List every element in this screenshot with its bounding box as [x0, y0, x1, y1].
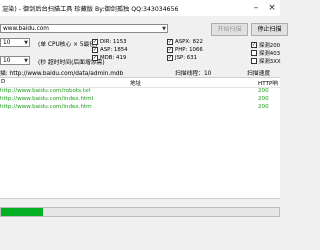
timeout-value: 10: [3, 58, 11, 64]
checkbox-check-icon: ✓: [92, 46, 98, 53]
checkbox-check-icon: ✓: [92, 38, 98, 45]
row-status: 200: [258, 96, 269, 102]
table-row[interactable]: http://www.baidu.com/robots.txt 200: [0, 88, 269, 96]
dict-checkbox-mdb[interactable]: ✓ MDB: 419: [92, 55, 126, 61]
timeout-select[interactable]: 10 ▼: [0, 56, 30, 65]
checkbox-check-icon: ✓: [167, 46, 173, 53]
dict-label: PHP: 1066: [175, 47, 203, 53]
dict-checkbox-aspx[interactable]: ✓ ASPX: 822: [167, 39, 203, 45]
dict-checkbox-asp[interactable]: ✓ ASP: 1854: [92, 47, 128, 53]
domain-input[interactable]: www.baidu.com ▼: [0, 24, 168, 33]
row-url: http://www.baidu.com/robots.txt: [0, 88, 91, 94]
table-row[interactable]: http://www.baidu.com/index.html 200: [0, 96, 269, 104]
column-header-address[interactable]: 地址: [130, 79, 141, 87]
scan-threads-label: 扫描线程：10: [175, 71, 212, 77]
close-button[interactable]: ×: [264, 0, 280, 16]
title-bar: 渲染) - 御剑后台扫描工具 珍藏版 By:御剑孤独 QQ:343034656 …: [0, 0, 280, 16]
checkbox-check-icon: ✓: [251, 41, 257, 48]
current-scan-url: 描: http://www.baidu.com/data/admin.mdb: [0, 71, 124, 77]
window-controls: – ×: [248, 0, 280, 16]
option-checkbox-403[interactable]: 探测403: [251, 49, 280, 57]
dict-label: ASPX: 822: [175, 39, 203, 45]
dict-checkbox-php[interactable]: ✓ PHP: 1066: [167, 47, 203, 53]
stop-scan-button[interactable]: 停止扫描: [251, 23, 288, 36]
threads-select[interactable]: 10 ▼: [0, 38, 30, 47]
progress-fill: [1, 208, 43, 216]
option-checkbox-200[interactable]: ✓ 探测200: [251, 41, 280, 49]
checkbox-check-icon: ✓: [92, 54, 98, 61]
threads-value: 10: [3, 40, 11, 46]
row-url: http://www.baidu.com/index.html: [0, 96, 94, 102]
domain-input-value: www.baidu.com: [3, 26, 49, 32]
chevron-down-icon[interactable]: ▼: [24, 57, 28, 64]
row-status: 200: [258, 104, 269, 110]
checkbox-empty-icon: [251, 50, 257, 56]
threads-note: (单 CPU核心 × 5最佳): [38, 42, 98, 48]
scan-speed-label: 扫描速度: [247, 71, 271, 77]
option-label: 探测3XX: [259, 59, 281, 65]
main-panel: www.baidu.com ▼ 10 ▼ (单 CPU核心 × 5最佳) 10 …: [0, 16, 288, 250]
dict-label: ASP: 1854: [100, 47, 128, 53]
option-checkbox-3xx[interactable]: 探测3XX: [251, 57, 281, 65]
results-table[interactable]: D 地址 HTTP响 http://www.baidu.com/robots.t…: [0, 77, 280, 199]
start-scan-button[interactable]: 开始扫描: [211, 23, 248, 36]
chevron-down-icon[interactable]: ▼: [24, 39, 28, 46]
dict-label: MDB: 419: [100, 55, 127, 61]
option-label: 探测403: [259, 51, 281, 57]
dict-label: DIR: 1153: [100, 39, 127, 45]
table-header: D 地址 HTTP响: [0, 78, 280, 88]
chevron-down-icon[interactable]: ▼: [162, 25, 166, 32]
table-row[interactable]: http://www.baidu.com/index.htm 200: [0, 104, 269, 112]
checkbox-check-icon: ✓: [167, 38, 173, 45]
dict-checkbox-dir[interactable]: ✓ DIR: 1153: [92, 39, 127, 45]
row-url: http://www.baidu.com/index.htm: [0, 104, 92, 110]
checkbox-empty-icon: [251, 58, 257, 64]
dict-label: JSP: 631: [175, 55, 198, 61]
option-label: 探测200: [259, 43, 281, 49]
scan-progress-bar: [0, 207, 280, 217]
column-header-id[interactable]: D: [1, 79, 5, 85]
row-status: 200: [258, 88, 269, 94]
window-title: 渲染) - 御剑后台扫描工具 珍藏版 By:御剑孤独 QQ:343034656: [2, 6, 179, 13]
dict-checkbox-jsp[interactable]: ✓ JSP: 631: [167, 55, 197, 61]
column-header-status[interactable]: HTTP响: [258, 79, 278, 87]
minimize-button[interactable]: –: [248, 0, 264, 16]
checkbox-check-icon: ✓: [167, 54, 173, 61]
